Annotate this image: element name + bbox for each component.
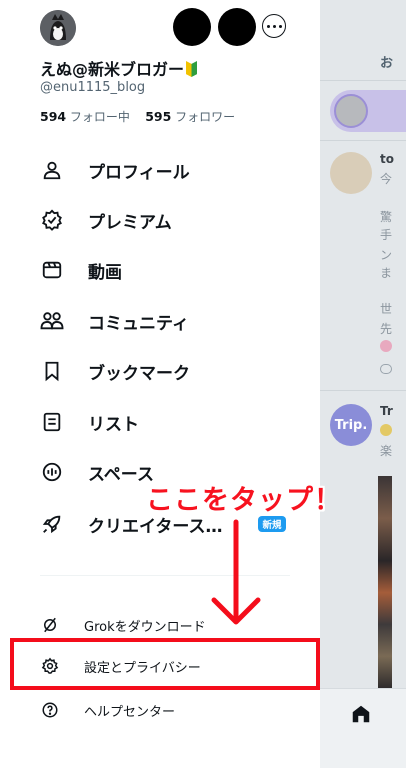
- menu-item-label: ヘルプセンター: [84, 704, 176, 720]
- following-count: 594: [40, 109, 67, 124]
- person-icon: [40, 158, 64, 182]
- post-text-line: 楽: [380, 444, 393, 458]
- following-label: フォロー中: [69, 110, 130, 124]
- highlighted-post-bar: [330, 90, 406, 132]
- beginner-mark-icon: [186, 61, 198, 77]
- post-author: to: [380, 152, 394, 166]
- menu-item-label: リスト: [88, 414, 139, 435]
- post-text-line: 先: [380, 322, 393, 336]
- rocket-icon: [40, 512, 64, 536]
- post-text-line: 手: [380, 228, 393, 242]
- tab-divider: [320, 80, 406, 81]
- more-accounts-button[interactable]: [262, 14, 286, 38]
- reply-icon: [380, 364, 392, 374]
- highlight-box: [10, 638, 320, 690]
- other-account-avatar[interactable]: [173, 8, 211, 46]
- background-timeline: お to 今 驚 手 ン ま 世 先 Trip. Tr 楽: [320, 0, 406, 768]
- avatar: Trip.: [330, 404, 372, 446]
- grok-icon: [40, 615, 60, 635]
- help-icon: [40, 700, 60, 720]
- video-icon: [40, 258, 64, 282]
- callout-text: ここをタップ！: [146, 485, 342, 516]
- post-text-line: ま: [380, 266, 393, 280]
- profile-name[interactable]: えぬ@新米ブロガー: [40, 56, 198, 80]
- menu-item-label: ブックマーク: [88, 363, 190, 384]
- menu-item-lists[interactable]: リスト: [40, 402, 139, 442]
- post-author: Tr: [380, 404, 393, 418]
- post-text-line: 世: [380, 302, 393, 316]
- followers-count: 595: [145, 109, 172, 124]
- verified-badge-icon: [40, 208, 64, 232]
- post-divider: [320, 140, 406, 141]
- followers-label: フォロワー: [175, 110, 236, 124]
- other-account-avatar[interactable]: [218, 8, 256, 46]
- post-text-line: ン: [380, 248, 393, 262]
- background-tab-label: お: [380, 56, 394, 71]
- home-icon[interactable]: [350, 703, 372, 725]
- menu-item-spaces[interactable]: スペース: [40, 452, 154, 492]
- spaces-icon: [40, 460, 64, 484]
- menu-item-communities[interactable]: コミュニティ: [40, 301, 189, 341]
- profile-handle: @enu1115_blog: [40, 80, 146, 95]
- communities-icon: [40, 309, 64, 333]
- menu-item-label: 動画: [88, 262, 122, 283]
- emoji-icon: [380, 424, 392, 436]
- menu-item-bookmarks[interactable]: ブックマーク: [40, 351, 190, 391]
- followers-link[interactable]: 595 フォロワー: [145, 109, 236, 124]
- penguin-avatar-icon: [40, 10, 76, 46]
- menu-item-video[interactable]: 動画: [40, 250, 122, 290]
- post-image: [378, 476, 392, 688]
- bottom-nav-bar: [320, 688, 406, 768]
- menu-item-label: プロフィール: [88, 162, 190, 183]
- down-arrow-icon: [211, 519, 261, 625]
- menu-item-premium[interactable]: プレミアム: [40, 200, 172, 240]
- following-link[interactable]: 594 フォロー中: [40, 109, 130, 124]
- avatar: [334, 94, 368, 128]
- bookmark-icon: [40, 359, 64, 383]
- avatar: [330, 152, 372, 194]
- list-icon: [40, 410, 64, 434]
- follow-stats: 594 フォロー中 595 フォロワー: [40, 108, 235, 125]
- avatar[interactable]: [40, 10, 76, 46]
- menu-item-help-center[interactable]: ヘルプセンター: [40, 695, 175, 725]
- menu-item-label: コミュニティ: [88, 313, 189, 334]
- menu-item-label: Grokをダウンロード: [84, 619, 206, 635]
- profile-name-text: えぬ@新米ブロガー: [40, 60, 185, 79]
- post-divider: [320, 390, 406, 391]
- menu-item-profile[interactable]: プロフィール: [40, 150, 190, 190]
- menu-item-label: プレミアム: [88, 212, 172, 233]
- menu-item-label: スペース: [88, 464, 154, 485]
- post-text-line: 驚: [380, 210, 393, 224]
- flower-emoji-icon: [380, 340, 392, 352]
- post-time: 今: [380, 172, 393, 186]
- menu-item-download-grok[interactable]: Grokをダウンロード: [40, 610, 206, 640]
